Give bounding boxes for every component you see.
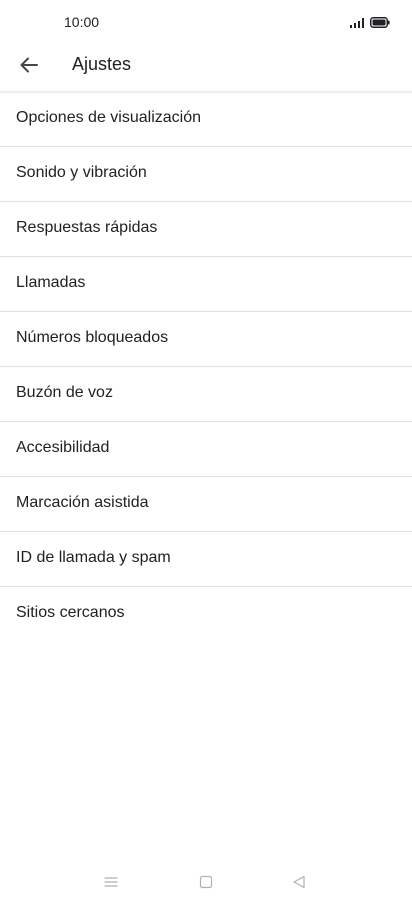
settings-item-label: Buzón de voz [16, 384, 113, 401]
settings-item-label: Marcación asistida [16, 494, 149, 511]
battery-icon [370, 15, 390, 33]
settings-item-blocked-numbers[interactable]: Números bloqueados [0, 312, 412, 367]
page-title: Ajustes [72, 54, 132, 74]
back-triangle-icon [292, 875, 306, 894]
settings-item-nearby-places[interactable]: Sitios cercanos [0, 587, 412, 641]
settings-item-display-options[interactable]: Opciones de visualización [0, 92, 412, 147]
settings-item-label: Opciones de visualización [16, 109, 201, 126]
home-button[interactable] [196, 874, 216, 894]
settings-item-sound-vibration[interactable]: Sonido y vibración [0, 147, 412, 202]
status-time: 10:00 [64, 14, 100, 30]
settings-item-label: Accesibilidad [16, 439, 110, 456]
settings-item-label: Números bloqueados [16, 329, 169, 346]
signal-icon [350, 15, 364, 33]
back-button[interactable] [12, 50, 46, 84]
settings-item-label: Respuestas rápidas [16, 219, 158, 236]
settings-list: Opciones de visualización Sonido y vibra… [0, 92, 412, 641]
settings-item-caller-id-spam[interactable]: ID de llamada y spam [0, 532, 412, 587]
settings-item-voicemail[interactable]: Buzón de voz [0, 367, 412, 422]
menu-icon [104, 875, 118, 893]
system-nav-bar [0, 866, 412, 902]
settings-item-quick-responses[interactable]: Respuestas rápidas [0, 202, 412, 257]
status-icons [350, 15, 390, 33]
status-bar: 10:00 [0, 0, 412, 44]
home-icon [199, 875, 213, 894]
settings-item-label: Sitios cercanos [16, 604, 125, 621]
settings-item-label: ID de llamada y spam [16, 549, 171, 566]
settings-item-label: Sonido y vibración [16, 164, 147, 181]
settings-item-assisted-dialing[interactable]: Marcación asistida [0, 477, 412, 532]
arrow-back-icon [19, 55, 39, 80]
app-bar: Ajustes [0, 44, 412, 92]
menu-button[interactable] [101, 874, 121, 894]
nav-back-button[interactable] [289, 874, 309, 894]
settings-item-accessibility[interactable]: Accesibilidad [0, 422, 412, 477]
settings-item-calls[interactable]: Llamadas [0, 257, 412, 312]
settings-item-label: Llamadas [16, 274, 86, 291]
